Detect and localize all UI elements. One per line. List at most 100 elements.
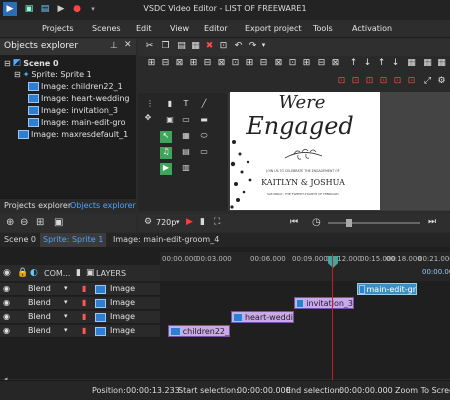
preview-canvas[interactable]: Were Engaged JOIN US TO CELEBRATE THE EN… <box>230 92 380 210</box>
align-icon[interactable]: ⊠ <box>174 58 185 68</box>
playhead-icon[interactable] <box>328 256 338 268</box>
paste-icon[interactable]: ▤ <box>176 41 187 51</box>
layer-view-icon[interactable]: ▣ <box>86 268 95 278</box>
audio-icon[interactable]: ◐ <box>30 268 38 278</box>
position-icon[interactable]: ⊡ <box>350 76 361 86</box>
tree-item-image[interactable]: Image: main-edit-gro <box>28 118 126 127</box>
menu-edit[interactable]: Edit <box>136 24 152 33</box>
align-icon[interactable]: ⊟ <box>258 58 269 68</box>
up-icon[interactable]: ↑ <box>376 58 387 68</box>
timeline-clip[interactable]: heart-weddi <box>231 311 294 323</box>
align-icon[interactable]: ⊞ <box>301 58 312 68</box>
grid-icon[interactable]: ▦ <box>436 58 447 68</box>
visibility-icon[interactable]: ◉ <box>3 326 10 335</box>
timeline-ruler[interactable]: 00:00.000 00:03.000 00:06.000 00:09.000 … <box>160 252 450 281</box>
align-icon[interactable]: ⊞ <box>244 58 255 68</box>
menu-scenes[interactable]: Scenes <box>92 24 121 33</box>
scroll-left-icon[interactable]: ◂ <box>4 375 14 383</box>
tree-item-sprite[interactable]: ⊟ ✦ Sprite: Sprite 1 <box>14 70 92 79</box>
align-icon[interactable]: ⊡ <box>287 58 298 68</box>
align-icon[interactable]: ⊠ <box>330 58 341 68</box>
menu-export-project[interactable]: Export project <box>245 24 302 33</box>
line-tool-icon[interactable]: ╱ <box>198 99 210 111</box>
menu-projects[interactable]: Projects <box>42 24 74 33</box>
tree-item-image[interactable]: Image: invitation_3 <box>28 106 118 115</box>
move-icon[interactable]: ✥ <box>142 113 154 125</box>
delete-icon[interactable]: ✖ <box>204 41 215 51</box>
chevron-down-icon[interactable]: ▾ <box>64 326 68 334</box>
tab-objects-explorer[interactable]: Objects explorer <box>70 201 136 210</box>
music-tool-icon[interactable]: ♫ <box>160 147 172 159</box>
undo-icon[interactable]: ↶ <box>233 41 244 51</box>
step-back-icon[interactable]: ⏮ <box>290 217 298 227</box>
text-tool-icon[interactable]: T <box>180 99 192 111</box>
fullscreen-icon[interactable]: ⛶ <box>214 217 220 227</box>
layer-lock-icon[interactable]: ▮ <box>82 298 86 307</box>
clock-icon[interactable]: ◷ <box>312 217 321 228</box>
layer-row[interactable]: ◉ Blend ▾ ▮ Image <box>0 325 160 338</box>
grid-icon[interactable]: ▦ <box>406 58 417 68</box>
layer-row[interactable]: ◉ Blend ▾ ▮ Image <box>0 283 160 296</box>
record-icon[interactable]: ▮ <box>200 217 205 227</box>
close-icon[interactable]: ✕ <box>124 40 132 50</box>
tab-image[interactable]: Image: main-edit-groom_4 <box>113 235 219 244</box>
align-icon[interactable]: ⊞ <box>146 58 157 68</box>
shape-tool-icon[interactable]: ▭ <box>198 147 210 159</box>
player-settings-icon[interactable]: ⚙ <box>144 217 152 227</box>
visibility-icon[interactable]: ◉ <box>3 284 10 293</box>
visibility-icon[interactable]: ◉ <box>3 312 10 321</box>
position-icon[interactable]: ⊡ <box>392 76 403 86</box>
expand-icon[interactable]: ⊟ <box>14 70 21 79</box>
settings-icon[interactable]: ⚙ <box>436 76 447 86</box>
add-icon[interactable]: ⊕ <box>6 217 14 228</box>
menu-tools[interactable]: Tools <box>313 24 333 33</box>
tab-scene[interactable]: Scene 0 <box>4 235 36 244</box>
menu-view[interactable]: View <box>170 24 189 33</box>
screenshot-icon[interactable]: ▣ <box>54 217 63 228</box>
zoom-fit-icon[interactable]: ⊞ <box>36 217 44 228</box>
zoom-to-screen-button[interactable]: Zoom To Screen <box>395 386 450 395</box>
layer-lock-icon[interactable]: ▮ <box>82 284 86 293</box>
chevron-down-icon[interactable]: ▾ <box>64 284 68 292</box>
down-icon[interactable]: ↓ <box>390 58 401 68</box>
chevron-down-icon[interactable]: ▾ <box>176 218 180 226</box>
timeline-clip[interactable]: invitation_3 <box>294 297 354 309</box>
filter-tool-icon[interactable]: ▥ <box>180 163 192 175</box>
align-icon[interactable]: ⊠ <box>216 58 227 68</box>
align-icon[interactable]: ⊡ <box>230 58 241 68</box>
align-icon[interactable]: ⊞ <box>188 58 199 68</box>
position-icon[interactable]: ⊡ <box>378 76 389 86</box>
tree-item-image[interactable]: Image: maxresdefault_1 <box>18 130 128 139</box>
timeline-clip[interactable]: children22_ <box>168 325 230 337</box>
sprite-tool-icon[interactable]: ▤ <box>180 147 192 159</box>
menu-activation[interactable]: Activation <box>352 24 392 33</box>
clipboard-icon[interactable]: ▦ <box>190 41 201 51</box>
blend-select[interactable]: Blend <box>28 298 51 307</box>
layer-lock-icon[interactable]: ▮ <box>82 312 86 321</box>
copy-icon[interactable]: ❐ <box>160 41 171 51</box>
play-icon[interactable]: ▶ <box>186 217 193 227</box>
slider-handle[interactable] <box>346 219 352 227</box>
down-icon[interactable]: ↓ <box>362 58 373 68</box>
subtitle-tool-icon[interactable]: ▭ <box>180 115 192 127</box>
video-effect-icon[interactable]: ▶ <box>160 163 172 175</box>
resize-icon[interactable]: ⤢ <box>422 76 433 86</box>
visibility-icon[interactable]: ◉ <box>3 298 10 307</box>
timeline-cursor[interactable] <box>332 254 333 380</box>
redo-icon[interactable]: ↷ <box>247 41 258 51</box>
ellipse-tool-icon[interactable]: ⬭ <box>198 131 210 143</box>
video-icon[interactable]: ▮ <box>164 99 176 111</box>
align-icon[interactable]: ⊠ <box>273 58 284 68</box>
cut-icon[interactable]: ✂ <box>144 41 155 51</box>
tree-item-image[interactable]: Image: heart-wedding <box>28 94 130 103</box>
chevron-down-icon[interactable]: ▾ <box>64 298 68 306</box>
position-icon[interactable]: ⊡ <box>406 76 417 86</box>
audio-tool-icon[interactable]: ↖ <box>160 131 172 143</box>
scrub-slider[interactable] <box>328 219 420 227</box>
align-icon[interactable]: ⊟ <box>160 58 171 68</box>
position-icon[interactable]: ⊡ <box>336 76 347 86</box>
layer-lock-icon[interactable]: ▮ <box>76 268 81 278</box>
chevron-down-icon[interactable]: ▾ <box>64 312 68 320</box>
dropdown-icon[interactable]: ▾ <box>258 41 269 49</box>
chart-tool-icon[interactable]: ▦ <box>180 131 192 143</box>
